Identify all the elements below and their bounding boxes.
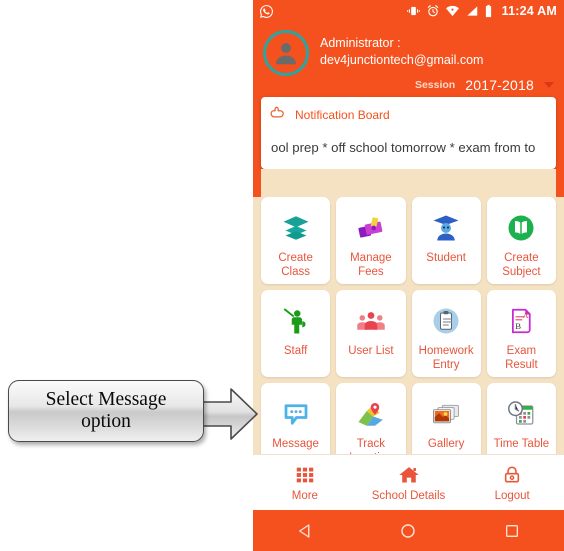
menu-item-label: Create Class bbox=[278, 252, 313, 279]
home-button[interactable] bbox=[388, 510, 428, 551]
menu-grid-row: Create Class Manage Fees Student Create Sub… bbox=[261, 197, 556, 284]
circle-home-icon bbox=[401, 523, 416, 538]
callout-line-2: option bbox=[81, 411, 131, 432]
wifi-icon bbox=[445, 4, 460, 18]
grade-paper-icon: AB bbox=[506, 304, 536, 338]
notification-board-wrap: Notification Board ool prep * off school… bbox=[253, 97, 564, 197]
photos-icon bbox=[431, 397, 461, 431]
menu-item-student[interactable]: Student bbox=[411, 197, 481, 284]
bottom-nav-label: School Details bbox=[371, 489, 446, 502]
speech-bubble-icon bbox=[281, 397, 311, 431]
bottom-navigation: More School Details Logout bbox=[253, 454, 564, 510]
bottom-nav-label: More bbox=[291, 489, 318, 502]
alarm-clock-icon bbox=[426, 4, 440, 18]
status-bar: 11:24 AM bbox=[253, 0, 564, 22]
vibrate-icon bbox=[406, 4, 421, 18]
status-bar-time: 11:24 AM bbox=[501, 4, 557, 18]
pointing-hand-icon bbox=[269, 104, 286, 126]
session-value: 2017-2018 bbox=[465, 77, 534, 93]
menu-item-create-subject[interactable]: Create Subject bbox=[486, 197, 556, 284]
menu-grid-row: Staff User List Homework Entry AB Exam Res… bbox=[261, 290, 556, 377]
menu-item-label: Create Subject bbox=[502, 252, 541, 279]
layers-icon bbox=[281, 211, 311, 245]
map-pin-icon bbox=[356, 397, 386, 431]
menu-item-label: Gallery bbox=[427, 438, 465, 450]
lock-icon bbox=[505, 466, 520, 482]
account-info: Administrator : dev4junctiontech@gmail.c… bbox=[320, 28, 483, 68]
graduate-student-icon bbox=[431, 211, 461, 245]
phone-screenshot: 11:24 AM Administrator : dev4junctiontec… bbox=[253, 0, 564, 551]
bottom-nav-label: Logout bbox=[494, 489, 530, 502]
people-group-icon bbox=[356, 304, 386, 338]
recents-button[interactable] bbox=[492, 510, 532, 551]
grid-dots-icon bbox=[296, 467, 314, 482]
callout-box: Select Message option bbox=[8, 380, 204, 442]
money-icon bbox=[356, 211, 386, 245]
open-book-icon bbox=[506, 211, 536, 245]
app-header: Administrator : dev4junctiontech@gmail.c… bbox=[253, 22, 564, 97]
notification-title: Notification Board bbox=[295, 108, 390, 122]
callout-line-1: Select Message bbox=[45, 388, 167, 410]
status-bar-right: 11:24 AM bbox=[406, 4, 557, 18]
signal-icon bbox=[465, 4, 479, 18]
square-recents-icon bbox=[506, 524, 519, 537]
battery-icon bbox=[484, 4, 493, 18]
menu-item-label: Exam Result bbox=[505, 345, 538, 372]
menu-item-label: Message bbox=[272, 438, 319, 450]
calendar-clock-icon bbox=[506, 397, 536, 431]
session-selector[interactable]: Session 2017-2018 bbox=[263, 77, 556, 93]
menu-item-create-class[interactable]: Create Class bbox=[261, 197, 331, 284]
menu-item-label: Staff bbox=[283, 345, 308, 357]
bottom-nav-more[interactable]: More bbox=[253, 464, 357, 502]
svg-text:B: B bbox=[516, 321, 522, 331]
avatar[interactable] bbox=[263, 30, 309, 76]
menu-item-label: User List bbox=[348, 345, 394, 357]
menu-item-user-list[interactable]: User List bbox=[336, 290, 406, 377]
menu-item-label: Student bbox=[426, 252, 466, 264]
menu-item-homework-entry[interactable]: Homework Entry bbox=[411, 290, 481, 377]
status-bar-left bbox=[259, 4, 274, 19]
account-role: Administrator : bbox=[320, 36, 401, 50]
notification-board[interactable]: Notification Board ool prep * off school… bbox=[261, 97, 556, 169]
account-email: dev4junctiontech@gmail.com bbox=[320, 52, 484, 67]
menu-item-label: Homework Entry bbox=[418, 345, 474, 372]
notification-message: ool prep * off school tomorrow * exam fr… bbox=[271, 140, 536, 155]
bottom-nav-logout[interactable]: Logout bbox=[460, 464, 564, 502]
whatsapp-icon bbox=[259, 4, 274, 19]
android-navigation-bar bbox=[253, 510, 564, 551]
menu-grid: Create Class Manage Fees Student Create Sub… bbox=[253, 197, 564, 470]
user-avatar-icon bbox=[276, 43, 296, 65]
menu-item-label: Time Table bbox=[493, 438, 550, 450]
menu-item-manage-fees[interactable]: Manage Fees bbox=[336, 197, 406, 284]
svg-text:A: A bbox=[523, 311, 529, 320]
callout-annotation: Select Message option bbox=[5, 376, 258, 448]
callout-text: Select Message option bbox=[46, 389, 167, 433]
menu-item-label: Manage Fees bbox=[350, 252, 392, 279]
back-button[interactable] bbox=[285, 510, 325, 551]
triangle-back-icon bbox=[298, 523, 310, 538]
menu-item-exam-result[interactable]: AB Exam Result bbox=[486, 290, 556, 377]
menu-item-staff[interactable]: Staff bbox=[261, 290, 331, 377]
session-label: Session bbox=[414, 79, 456, 91]
chevron-down-icon[interactable] bbox=[544, 82, 554, 88]
home-icon bbox=[398, 466, 419, 483]
teacher-pointer-icon bbox=[281, 304, 311, 338]
clipboard-icon bbox=[431, 304, 461, 338]
bottom-nav-school-details[interactable]: School Details bbox=[357, 464, 461, 502]
